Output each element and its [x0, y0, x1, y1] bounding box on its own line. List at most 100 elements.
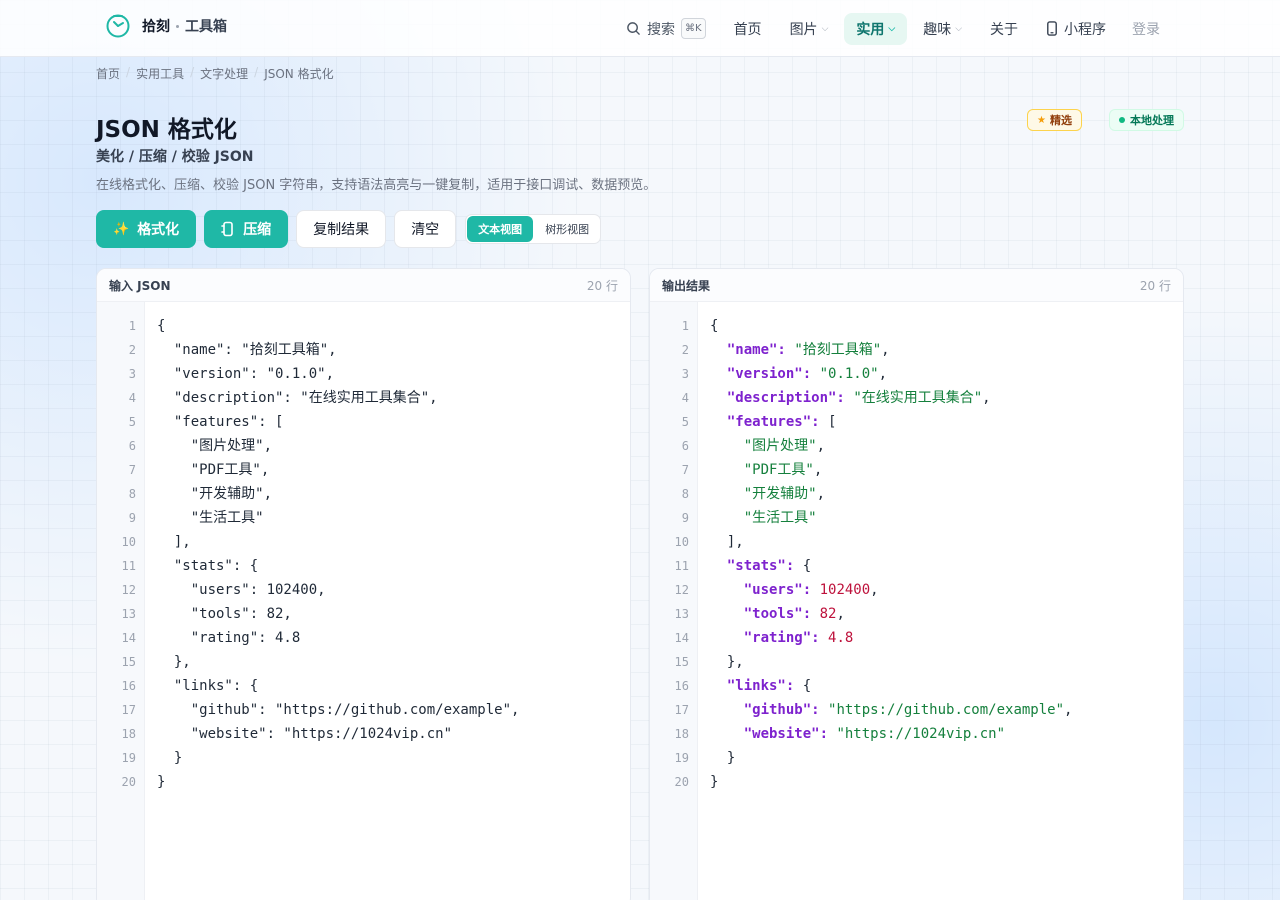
search-button[interactable]: 搜索 ⌘K	[626, 18, 706, 39]
breadcrumb-utility[interactable]: 实用工具	[136, 65, 184, 82]
code-line[interactable]: "github": "https://github.com/example",	[157, 698, 520, 722]
code-line[interactable]: "website": "https://1024vip.cn"	[157, 722, 519, 746]
input-code-lines[interactable]: { "name": "拾刻工具箱", "version": "0.1.0", "…	[145, 302, 519, 900]
code-line[interactable]: "开发辅助",	[157, 482, 519, 506]
line-number: 8	[128, 487, 136, 501]
code-line[interactable]: "PDF工具",	[157, 458, 519, 482]
line-number: 15	[674, 655, 689, 669]
compress-button[interactable]: 压缩	[204, 210, 289, 248]
nav-menu: 搜索 ⌘K 首页 图片 ⌵ 实用 ⌵ 趣味 ⌵ 关于 小程序 登录	[626, 0, 1160, 57]
nav-mini-program[interactable]: 小程序	[1034, 13, 1118, 45]
code-line[interactable]: "description": "在线实用工具集合",	[157, 386, 519, 410]
nav-fun-label: 趣味	[923, 21, 952, 38]
code-line[interactable]: "生活工具"	[157, 506, 519, 530]
code-line[interactable]: }	[157, 770, 519, 794]
code-line: "website": "https://1024vip.cn"	[743, 726, 1006, 742]
line-number: 2	[681, 343, 689, 357]
input-editor[interactable]: 1 2 3 4 5 6 7 8 9 10 11 12 13 14 15 16 17 18 19 20 { "name"…	[97, 302, 630, 900]
code-line: "rating": 4.8	[743, 630, 854, 646]
nav-fun[interactable]: 趣味 ⌵	[911, 13, 974, 45]
code-line[interactable]: "tools": 82,	[157, 602, 519, 626]
clear-button[interactable]: 清空	[394, 210, 457, 248]
breadcrumb-separator: /	[254, 65, 259, 79]
tab-text-view[interactable]: 文本视图	[467, 216, 534, 242]
line-number: 7	[681, 463, 689, 477]
local-processing-badge: 本地处理	[1109, 109, 1184, 131]
line-number: 5	[681, 415, 689, 429]
copy-result-button[interactable]: 复制结果	[296, 210, 387, 248]
featured-badge-label: 精选	[1049, 114, 1072, 127]
nav-utility-label: 实用	[856, 21, 885, 38]
line-number: 14	[121, 631, 136, 645]
page-title: JSON 格式化	[96, 117, 237, 143]
search-icon	[627, 22, 640, 35]
line-number: 18	[121, 727, 136, 741]
clamp-icon	[221, 221, 233, 237]
code-line: "tools": 82,	[743, 606, 845, 622]
code-line[interactable]: "rating": 4.8	[157, 626, 519, 650]
login-link[interactable]: 登录	[1132, 19, 1160, 39]
line-number: 18	[674, 727, 689, 741]
nav-utility[interactable]: 实用 ⌵	[844, 12, 908, 45]
compress-button-label: 压缩	[243, 222, 272, 238]
breadcrumb-separator: /	[126, 65, 131, 79]
line-number: 12	[674, 583, 689, 597]
line-number: 9	[681, 511, 689, 525]
code-line[interactable]: },	[157, 650, 519, 674]
code-line: "图片处理",	[743, 438, 826, 454]
nav-home-label: 首页	[733, 21, 762, 38]
search-label: 搜索	[647, 21, 675, 38]
format-button[interactable]: ✨ 格式化	[96, 210, 197, 248]
code-line[interactable]: }	[157, 746, 519, 770]
line-number: 19	[674, 751, 689, 765]
line-number: 14	[674, 631, 689, 645]
breadcrumb-separator: /	[190, 65, 195, 79]
line-number: 11	[674, 559, 689, 573]
line-number: 13	[674, 607, 689, 621]
phone-icon	[1047, 21, 1057, 36]
nav-images[interactable]: 图片 ⌵	[778, 13, 841, 45]
code-line[interactable]: "users": 102400,	[157, 578, 519, 602]
line-number: 16	[121, 679, 136, 693]
output-panel-header: 输出结果 20 行	[650, 269, 1183, 302]
local-badge-label: 本地处理	[1130, 114, 1174, 127]
code-line[interactable]: "name": "拾刻工具箱",	[157, 338, 519, 362]
input-line-count: 20 行	[586, 278, 618, 293]
code-line[interactable]: "features": [	[157, 410, 519, 434]
status-dot-icon	[1119, 117, 1125, 123]
line-number: 19	[121, 751, 136, 765]
line-number: 16	[674, 679, 689, 693]
line-number: 20	[121, 775, 136, 789]
brand-subtitle: 工具箱	[185, 19, 227, 35]
input-panel-header: 输入 JSON 20 行	[97, 269, 630, 302]
code-line: "name": "拾刻工具箱",	[726, 342, 890, 358]
breadcrumb-text[interactable]: 文字处理	[200, 65, 248, 82]
line-number: 13	[121, 607, 136, 621]
nav-home[interactable]: 首页	[722, 13, 774, 45]
code-line[interactable]: {	[157, 314, 519, 338]
code-line: }	[710, 774, 719, 790]
brand[interactable]: 拾刻 工具箱	[106, 14, 227, 38]
breadcrumb-home[interactable]: 首页	[96, 65, 120, 82]
code-line[interactable]: "links": {	[157, 674, 519, 698]
code-line: "PDF工具",	[743, 462, 823, 478]
tab-tree-view[interactable]: 树形视图	[534, 215, 600, 243]
code-line: "features": [	[726, 414, 837, 430]
code-line[interactable]: "stats": {	[157, 554, 519, 578]
line-number: 17	[121, 703, 136, 717]
line-number: 3	[128, 367, 136, 381]
breadcrumb: 首页 / 实用工具 / 文字处理 / JSON 格式化	[96, 65, 334, 82]
nav-about[interactable]: 关于	[978, 13, 1030, 45]
top-nav: 拾刻 工具箱 搜索 ⌘K 首页 图片 ⌵ 实用 ⌵ 趣味 ⌵ 关于 小程序 登录	[0, 0, 1280, 57]
code-line: "links": {	[726, 678, 812, 694]
nav-images-label: 图片	[789, 21, 818, 38]
code-line[interactable]: ],	[157, 530, 519, 554]
output-line-numbers: 1 2 3 4 5 6 7 8 9 10 11 12 13 14 15 16 17 18 19 20	[650, 302, 698, 900]
code-line[interactable]: "图片处理",	[157, 434, 519, 458]
code-line[interactable]: "version": "0.1.0",	[157, 362, 519, 386]
line-number: 9	[128, 511, 136, 525]
view-toggle: 文本视图 树形视图	[465, 214, 602, 244]
line-number: 1	[681, 319, 689, 333]
output-panel: 输出结果 20 行 1 2 3 4 5 6 7 8 9 10 11 12 13 14 15 16 17 18 19 2…	[649, 268, 1184, 900]
line-number: 6	[128, 439, 136, 453]
